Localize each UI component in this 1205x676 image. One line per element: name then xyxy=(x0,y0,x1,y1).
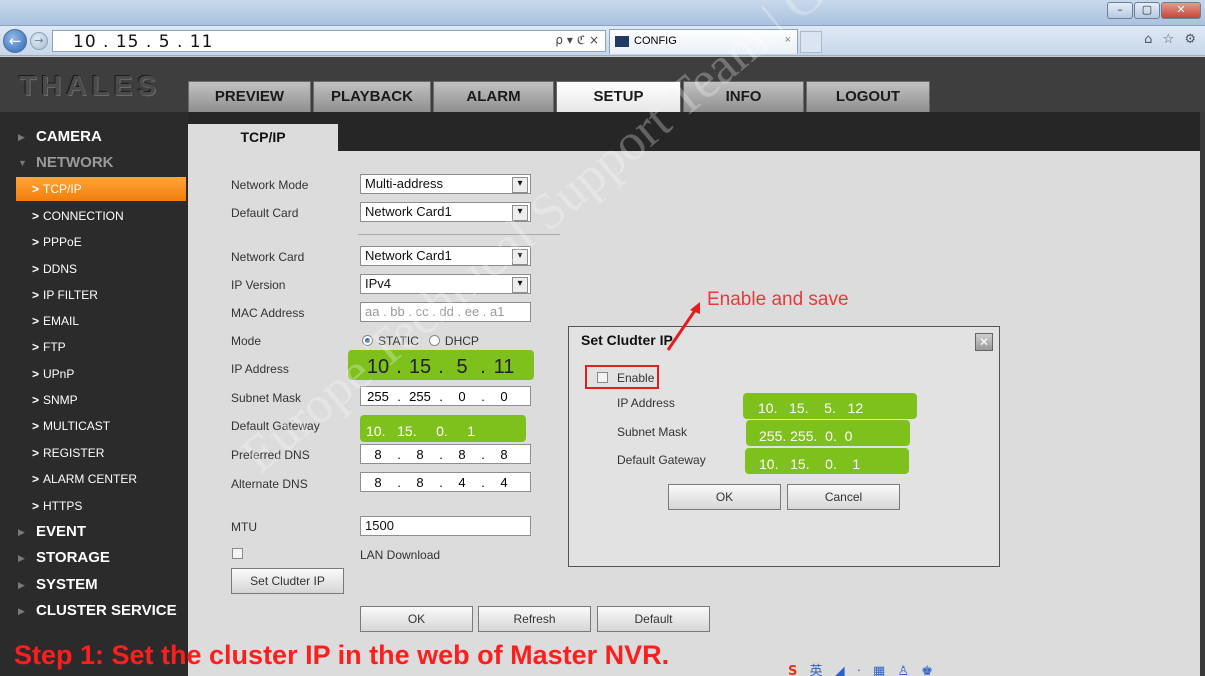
collapsed-arrow-icon: ▶ xyxy=(18,132,25,142)
sidebar-section-cluster-service[interactable]: ▶ CLUSTER SERVICE xyxy=(0,599,188,623)
dialog-subnet-mask-label: Subnet Mask xyxy=(617,425,688,439)
top-navigation: PREVIEW PLAYBACK ALARM SETUP INFO LOGOUT xyxy=(188,81,930,112)
dialog-ip-address-label: IP Address xyxy=(617,396,675,410)
network-mode-label: Network Mode xyxy=(231,178,309,192)
ok-button[interactable]: OK xyxy=(360,606,473,632)
ime-logo-icon: S xyxy=(788,664,802,676)
nav-alarm[interactable]: ALARM xyxy=(433,81,554,112)
address-text: 10 . 15 . 5 . 11 xyxy=(73,32,214,52)
browser-toolbar-icons[interactable]: ⌂ ☆ ⚙ xyxy=(1144,32,1199,47)
step-caption: Step 1: Set the cluster IP in the web of… xyxy=(14,640,670,670)
dialog-ip-address-field[interactable]: 10. 15. 5. 12 xyxy=(758,400,863,416)
thales-logo: THALES xyxy=(19,70,161,101)
back-arrow-icon[interactable]: ← xyxy=(3,29,27,53)
sidebar-item-alarm-center[interactable]: > ALARM CENTER xyxy=(0,467,188,491)
ip-address-label: IP Address xyxy=(231,362,289,376)
sidebar-section-system[interactable]: ▶ SYSTEM xyxy=(0,573,188,597)
lan-download-label: LAN Download xyxy=(360,548,441,562)
sidebar-item-ip-filter[interactable]: > IP FILTER xyxy=(0,283,188,307)
enable-label: Enable xyxy=(617,371,655,385)
mac-address-label: MAC Address xyxy=(231,306,305,320)
sidebar-item-email[interactable]: > EMAIL xyxy=(0,309,188,333)
set-cluster-ip-button[interactable]: Set Cludter IP xyxy=(231,568,344,594)
address-bar[interactable]: 10 . 15 . 5 . 11 ρ ▾ ℭ × xyxy=(52,30,606,52)
right-edge xyxy=(1200,112,1205,676)
address-bar-icons[interactable]: ρ ▾ ℭ × xyxy=(555,33,599,47)
alternate-dns-field[interactable]: 8. 8. 4. 4 xyxy=(360,472,522,492)
sidebar-item-connection[interactable]: > CONNECTION xyxy=(0,204,188,228)
dialog-subnet-mask-field[interactable]: 255. 255. 0. 0 xyxy=(759,428,852,444)
enable-and-save-callout: Enable and save xyxy=(707,289,849,310)
mtu-field[interactable]: 1500 xyxy=(360,516,531,536)
dialog-gateway-label: Default Gateway xyxy=(617,453,706,467)
network-card-label: Network Card xyxy=(231,250,305,264)
annotation-arrow-icon xyxy=(666,302,700,351)
sidebar-section-storage[interactable]: ▶ STORAGE xyxy=(0,546,188,570)
ime-tools: 英 ◢ ⋅ ▦ ♙ ♚ ✎ xyxy=(809,664,937,676)
browser-address-row: ← → 10 . 15 . 5 . 11 ρ ▾ ℭ × CONFIG × ⌂ … xyxy=(0,26,1205,56)
collapsed-arrow-icon: ▶ xyxy=(18,606,25,616)
default-gateway-field[interactable]: 10. 15. 0. 1 xyxy=(366,423,475,439)
dialog-gateway-field[interactable]: 10. 15. 0. 1 xyxy=(759,456,860,472)
favicon-icon xyxy=(615,36,629,47)
sidebar-item-ftp[interactable]: > FTP xyxy=(0,335,188,359)
lan-download-checkbox[interactable] xyxy=(232,548,243,559)
sidebar-item-ddns[interactable]: > DDNS xyxy=(0,257,188,281)
enable-checkbox[interactable] xyxy=(597,372,608,383)
dialog-cancel-button[interactable]: Cancel xyxy=(787,484,900,510)
sidebar-item-upnp[interactable]: > UPnP xyxy=(0,362,188,386)
refresh-button[interactable]: Refresh xyxy=(478,606,591,632)
sidebar-item-multicast[interactable]: > MULTICAST xyxy=(0,414,188,438)
sidebar-section-event[interactable]: ▶ EVENT xyxy=(0,520,188,544)
network-mode-select[interactable]: Multi-address xyxy=(360,174,531,194)
sidebar-item-register[interactable]: > REGISTER xyxy=(0,441,188,465)
sidebar-item-snmp[interactable]: > SNMP xyxy=(0,388,188,412)
sidebar-item-tcpip[interactable]: > TCP/IP xyxy=(16,177,186,201)
browser-titlebar: – ▢ ✕ xyxy=(0,0,1205,26)
nav-logout[interactable]: LOGOUT xyxy=(806,81,930,112)
tab-tcpip[interactable]: TCP/IP xyxy=(188,124,338,151)
sidebar-item-pppoe[interactable]: > PPPoE xyxy=(0,230,188,254)
sidebar: ▶ CAMERA ▼ NETWORK > TCP/IP > CONNECTION > PP… xyxy=(0,112,188,676)
close-window-button[interactable]: ✕ xyxy=(1161,2,1201,19)
sidebar-section-camera[interactable]: ▶ CAMERA xyxy=(0,125,188,149)
set-cluster-ip-dialog: Set Cludter IP ✕ xyxy=(568,326,1000,567)
subnet-mask-field[interactable]: 255. 255. 0. 0 xyxy=(360,386,522,406)
ime-toolbar[interactable]: S 英 ◢ ⋅ ▦ ♙ ♚ ✎ xyxy=(788,660,958,676)
dialog-ok-button[interactable]: OK xyxy=(668,484,781,510)
default-button[interactable]: Default xyxy=(597,606,710,632)
expanded-arrow-icon: ▼ xyxy=(18,158,27,168)
sidebar-section-network[interactable]: ▼ NETWORK xyxy=(0,151,188,175)
dialog-close-icon[interactable]: ✕ xyxy=(975,333,993,351)
tab-title: CONFIG xyxy=(634,35,677,47)
maximize-button[interactable]: ▢ xyxy=(1134,2,1160,19)
window-controls: – ▢ ✕ xyxy=(1107,2,1201,19)
sidebar-item-https[interactable]: > HTTPS xyxy=(0,494,188,518)
collapsed-arrow-icon: ▶ xyxy=(18,553,25,563)
nav-playback[interactable]: PLAYBACK xyxy=(313,81,431,112)
collapsed-arrow-icon: ▶ xyxy=(18,527,25,537)
minimize-button[interactable]: – xyxy=(1107,2,1133,19)
default-card-label: Default Card xyxy=(231,206,299,220)
forward-arrow-icon[interactable]: → xyxy=(30,32,48,50)
mtu-label: MTU xyxy=(231,520,257,534)
ip-version-label: IP Version xyxy=(231,278,286,292)
preferred-dns-field[interactable]: 8. 8. 8. 8 xyxy=(360,444,522,464)
collapsed-arrow-icon: ▶ xyxy=(18,580,25,590)
nav-preview[interactable]: PREVIEW xyxy=(188,81,311,112)
mode-label: Mode xyxy=(231,334,262,348)
